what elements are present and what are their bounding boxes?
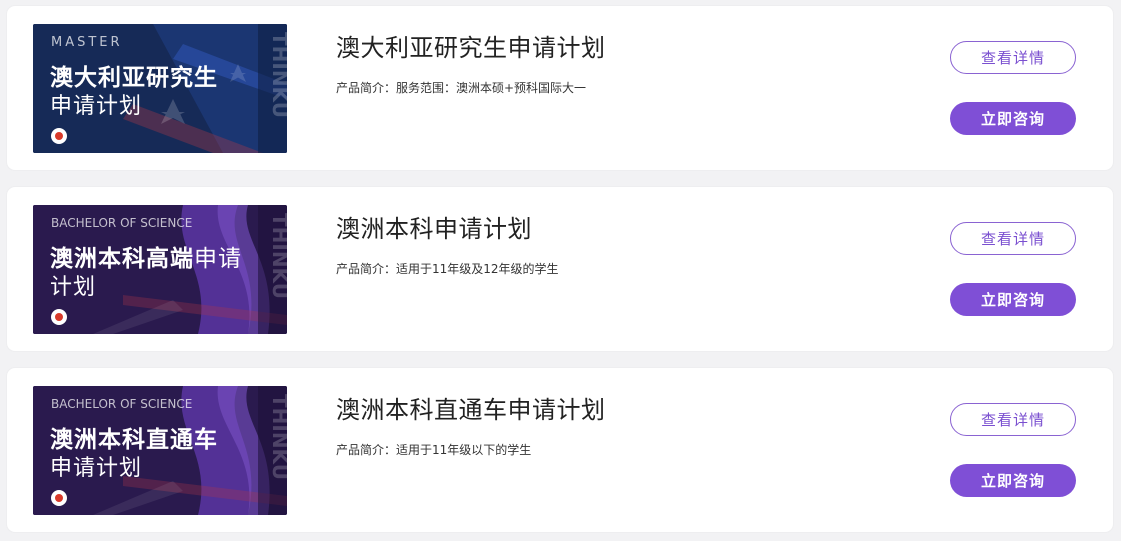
product-title[interactable]: 澳大利亚研究生申请计划 [336,28,606,63]
view-details-button[interactable]: 查看详情 [950,222,1076,255]
svg-text:THINKU: THINKU [268,394,287,480]
banner-tag: BACHELOR OF SCIENCE [51,216,193,230]
banner-title-line2: 申请计划 [50,94,143,119]
consult-now-button[interactable]: 立即咨询 [950,283,1076,316]
product-card: THINKU BACHELOR OF SCIENCE 澳洲本科直通车 申请计划 … [7,368,1113,532]
consult-now-button[interactable]: 立即咨询 [950,102,1076,135]
product-banner[interactable]: THINKU BACHELOR OF SCIENCE 澳洲本科高端申请 计划 [33,205,287,334]
banner-title-line1: 澳洲本科直通车 [50,427,218,453]
product-description: 产品简介：适用于11年级及12年级的学生 [336,262,559,276]
product-title[interactable]: 澳洲本科直通车申请计划 [336,390,606,425]
banner-title-line2: 申请计划 [50,456,143,481]
product-info: 澳洲本科直通车申请计划 产品简介：适用于11年级以下的学生 [336,390,606,458]
product-description: 产品简介：适用于11年级以下的学生 [336,443,532,457]
product-title[interactable]: 澳洲本科申请计划 [336,209,559,244]
banner-title-line1: 澳洲本科高端申请 [50,246,242,272]
svg-text:THINKU: THINKU [268,32,287,118]
product-banner[interactable]: THINKU BACHELOR OF SCIENCE 澳洲本科直通车 申请计划 [33,386,287,515]
view-details-button[interactable]: 查看详情 [950,41,1076,74]
consult-now-button[interactable]: 立即咨询 [950,464,1076,497]
brand-logo-icon [51,128,67,144]
product-card: THINKU BACHELOR OF SCIENCE 澳洲本科高端申请 计划 澳… [7,187,1113,351]
product-info: 澳大利亚研究生申请计划 产品简介：服务范围：澳洲本硕+预科国际大一 [336,28,606,96]
brand-logo-icon [51,490,67,506]
product-info: 澳洲本科申请计划 产品简介：适用于11年级及12年级的学生 [336,209,559,277]
product-banner[interactable]: THINKU MASTER 澳大利亚研究生 申请计划 [33,24,287,153]
banner-title-line1: 澳大利亚研究生 [50,65,218,91]
brand-logo-icon [51,309,67,325]
product-list: THINKU MASTER 澳大利亚研究生 申请计划 澳大利亚研究生申请计划 产… [0,0,1121,541]
banner-tag: MASTER [51,35,123,50]
svg-text:THINKU: THINKU [268,213,287,299]
banner-title-line2: 计划 [50,275,97,300]
view-details-button[interactable]: 查看详情 [950,403,1076,436]
product-description: 产品简介：服务范围：澳洲本硕+预科国际大一 [336,81,587,95]
product-card: THINKU MASTER 澳大利亚研究生 申请计划 澳大利亚研究生申请计划 产… [7,6,1113,170]
banner-tag: BACHELOR OF SCIENCE [51,397,193,411]
